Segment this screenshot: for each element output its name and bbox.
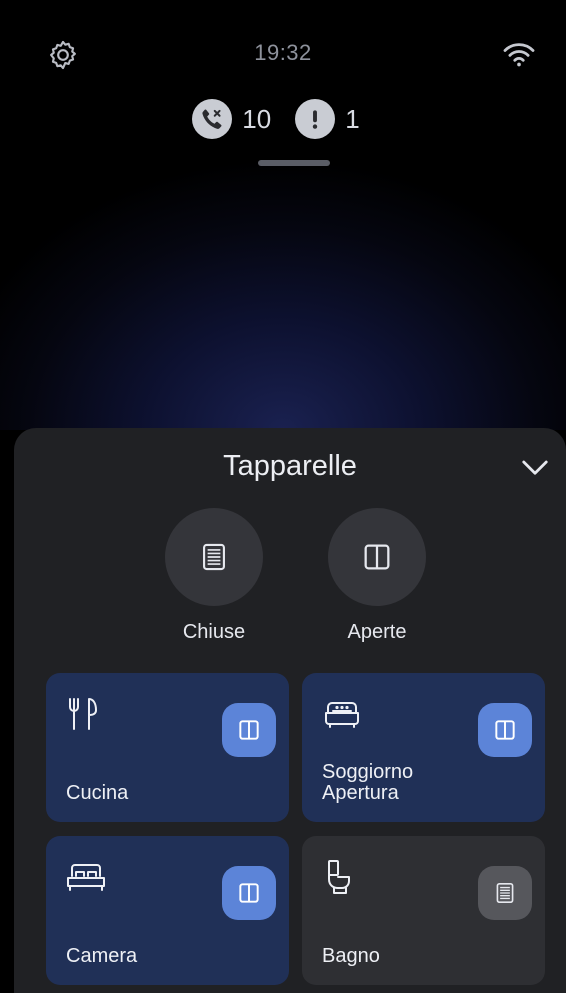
notifications-row: 10 1 bbox=[0, 99, 566, 139]
missed-calls-count: 10 bbox=[242, 103, 272, 134]
screen: 19:32 10 1 Tapparelle Chiuse Aperte Cuci… bbox=[0, 0, 566, 993]
open-all-button[interactable]: Aperte bbox=[307, 508, 447, 644]
room-tile-soggiorno[interactable]: Soggiorno Apertura bbox=[302, 673, 545, 822]
room-tile-bagno[interactable]: Bagno bbox=[302, 836, 545, 985]
bed-icon bbox=[67, 864, 105, 891]
alerts-count: 1 bbox=[345, 103, 360, 134]
status-bar: 19:32 10 1 bbox=[0, 0, 566, 170]
room-label-camera: Camera bbox=[66, 945, 138, 967]
open-blind-icon bbox=[495, 720, 515, 740]
status-time: 19:32 bbox=[254, 40, 312, 65]
close-all-label: Chiuse bbox=[182, 621, 246, 643]
wifi-icon bbox=[503, 43, 535, 67]
sheet-title: Tapparelle bbox=[223, 450, 357, 482]
blinds-sheet: Tapparelle Chiuse Aperte Cucina Soggiorn… bbox=[14, 428, 566, 993]
notification-drawer-handle[interactable] bbox=[258, 160, 330, 166]
closed-blind-icon bbox=[496, 882, 514, 904]
room-label-cucina: Cucina bbox=[66, 782, 129, 804]
open-blind-icon bbox=[239, 883, 259, 903]
blind-toggle-soggiorno[interactable] bbox=[478, 703, 532, 757]
chevron-down-icon[interactable] bbox=[520, 454, 550, 480]
open-all-circle[interactable] bbox=[328, 508, 426, 606]
alerts-notification[interactable]: 1 bbox=[295, 99, 373, 139]
missed-calls-notification[interactable]: 10 bbox=[192, 99, 285, 139]
room-tile-camera[interactable]: Camera bbox=[46, 836, 289, 985]
toilet-icon bbox=[328, 860, 350, 894]
room-label-soggiorno: Soggiorno Apertura bbox=[322, 761, 414, 804]
closed-blind-icon bbox=[203, 543, 225, 571]
open-blind-icon bbox=[364, 544, 390, 570]
blind-toggle-bagno[interactable] bbox=[478, 866, 532, 920]
sofa-icon bbox=[325, 702, 359, 728]
open-blind-icon bbox=[239, 720, 259, 740]
missed-call-icon bbox=[192, 99, 233, 139]
close-all-button[interactable]: Chiuse bbox=[144, 508, 284, 644]
fork-knife-icon bbox=[69, 698, 97, 730]
blind-toggle-cucina[interactable] bbox=[222, 703, 276, 757]
blind-toggle-camera[interactable] bbox=[222, 866, 276, 920]
room-tile-cucina[interactable]: Cucina bbox=[46, 673, 289, 822]
close-all-circle[interactable] bbox=[165, 508, 263, 606]
room-subtitle-soggiorno: Apertura bbox=[322, 782, 399, 804]
open-all-label: Aperte bbox=[347, 621, 407, 643]
room-label-bagno: Bagno bbox=[322, 945, 380, 967]
alert-icon bbox=[295, 99, 336, 139]
